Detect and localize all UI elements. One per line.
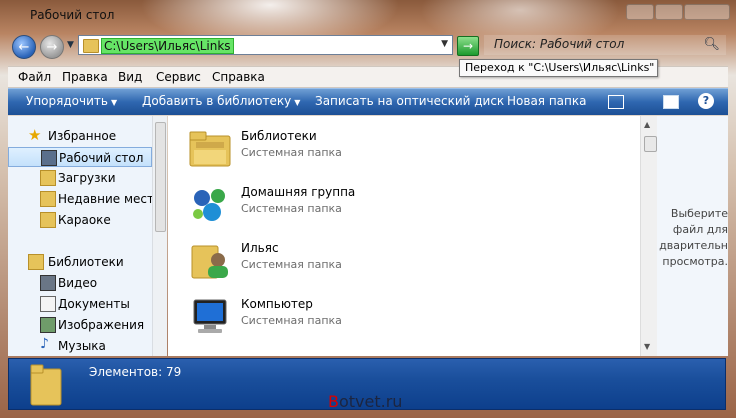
chevron-down-icon[interactable]: ▼ xyxy=(441,39,448,49)
desktop-icon xyxy=(41,150,57,166)
nav-item-recent-places[interactable]: Недавние места xyxy=(8,189,161,209)
nav-item-video[interactable]: Видео xyxy=(8,273,152,293)
nav-item-label: Загрузки xyxy=(58,171,116,185)
libraries-icon xyxy=(28,254,44,270)
scroll-up-icon[interactable]: ▲ xyxy=(644,120,650,129)
preview-pane-icon[interactable] xyxy=(663,95,679,109)
item-type: Системная папка xyxy=(241,314,342,327)
music-icon: ♪ xyxy=(40,336,49,352)
add-to-library-label: Добавить в библиотеку xyxy=(142,94,292,108)
search-placeholder[interactable]: Поиск: Рабочий стол xyxy=(494,37,624,51)
libraries-folder-icon xyxy=(188,128,232,168)
nav-item-label: Недавние места xyxy=(58,192,162,206)
item-name: Ильяс xyxy=(241,241,279,255)
item-type: Системная папка xyxy=(241,258,342,271)
organize-button[interactable]: Упорядочить ▼ xyxy=(26,94,117,108)
forward-button[interactable]: → xyxy=(40,35,64,59)
downloads-folder-icon xyxy=(40,170,56,186)
video-icon xyxy=(40,275,56,291)
organize-label: Упорядочить xyxy=(26,94,108,108)
scroll-down-icon[interactable]: ▼ xyxy=(644,342,650,351)
list-item[interactable]: Ильяс Системная папка xyxy=(188,238,488,288)
watermark-rest: otvet.ru xyxy=(338,392,403,411)
list-item[interactable]: Компьютер Системная папка xyxy=(188,294,488,344)
list-item[interactable]: Домашняя группа Системная папка xyxy=(188,182,488,232)
folder-icon xyxy=(29,363,63,407)
recent-pages-dropdown[interactable]: ▼ xyxy=(67,40,74,50)
arrow-right-icon: → xyxy=(46,39,58,55)
nav-item-desktop[interactable]: Рабочий стол xyxy=(8,147,152,167)
arrow-left-icon: ← xyxy=(18,39,30,55)
star-icon: ★ xyxy=(28,126,42,144)
search-icon[interactable]: 🔍︎ xyxy=(703,37,720,52)
search-box[interactable]: Поиск: Рабочий стол 🔍︎ xyxy=(484,35,726,55)
window-title: Рабочий стол xyxy=(30,8,115,22)
burn-button[interactable]: Записать на оптический диск xyxy=(315,94,504,108)
nav-libraries-label: Библиотеки xyxy=(48,255,124,269)
item-name: Домашняя группа xyxy=(241,185,356,199)
recent-places-icon xyxy=(40,191,56,207)
command-bar: Упорядочить ▼ Добавить в библиотеку ▼ Запи… xyxy=(8,88,728,115)
chevron-down-icon: ▼ xyxy=(294,98,301,107)
homegroup-icon xyxy=(188,184,232,224)
nav-item-documents[interactable]: Документы xyxy=(8,294,152,314)
item-name: Библиотеки xyxy=(241,129,317,143)
scrollbar-thumb[interactable] xyxy=(644,136,657,152)
watermark: Botvet.ru xyxy=(328,392,402,411)
change-view-icon[interactable] xyxy=(608,95,624,109)
new-folder-button[interactable]: Новая папка xyxy=(507,94,586,108)
nav-item-label: Видео xyxy=(58,276,98,290)
nav-item-label: Музыка xyxy=(58,339,106,353)
address-bar[interactable]: C:\Users\Ильяс\Links ▼ xyxy=(78,35,453,55)
menu-help[interactable]: Справка xyxy=(212,70,265,84)
list-item[interactable]: Библиотеки Системная папка xyxy=(188,126,488,176)
go-arrow-icon: → xyxy=(462,39,474,53)
documents-icon xyxy=(40,296,56,312)
folder-icon xyxy=(83,39,99,53)
menu-file[interactable]: Файл xyxy=(18,70,51,84)
navigation-pane: ★ Избранное Рабочий стол Загрузки Недавн… xyxy=(8,116,161,356)
nav-item-downloads[interactable]: Загрузки xyxy=(8,168,152,188)
go-button[interactable]: → xyxy=(457,36,479,56)
nav-favorites-label: Избранное xyxy=(48,129,117,143)
item-name: Компьютер xyxy=(241,297,313,311)
nav-item-label: Караоке xyxy=(58,213,111,227)
content-scrollbar[interactable]: ▲ ▼ xyxy=(640,116,658,356)
minimize-button[interactable] xyxy=(626,4,654,20)
navigation-scrollbar[interactable] xyxy=(152,116,167,356)
pictures-icon xyxy=(40,317,56,333)
go-tooltip: Переход к "C:\Users\Ильяс\Links" xyxy=(459,59,658,77)
back-button[interactable]: ← xyxy=(12,35,36,59)
file-list: Библиотеки Системная папка Домашняя груп… xyxy=(168,116,640,356)
nav-item-karaoke[interactable]: Караоке xyxy=(8,210,152,230)
scrollbar-thumb[interactable] xyxy=(155,122,166,232)
item-type: Системная папка xyxy=(241,202,342,215)
preview-pane: Выберите файл для дварительн просмотра. xyxy=(657,116,728,356)
folder-icon xyxy=(40,212,56,228)
close-button[interactable] xyxy=(684,4,730,20)
nav-item-label: Изображения xyxy=(58,318,145,332)
nav-item-label: Документы xyxy=(58,297,130,311)
watermark-initial: B xyxy=(328,392,339,411)
menu-edit[interactable]: Правка xyxy=(62,70,108,84)
address-path[interactable]: C:\Users\Ильяс\Links xyxy=(101,38,234,54)
item-type: Системная папка xyxy=(241,146,342,159)
nav-favorites[interactable]: ★ Избранное xyxy=(8,126,152,146)
nav-libraries[interactable]: Библиотеки xyxy=(8,252,152,272)
nav-item-music[interactable]: ♪ Музыка xyxy=(8,336,152,356)
explorer-window: Рабочий стол ← → ▼ C:\Users\Ильяс\Links … xyxy=(0,0,736,418)
user-folder-icon xyxy=(188,240,232,280)
computer-icon xyxy=(188,296,232,336)
maximize-button[interactable] xyxy=(655,4,683,20)
help-icon[interactable]: ? xyxy=(698,93,714,109)
add-to-library-button[interactable]: Добавить в библиотеку ▼ xyxy=(142,94,300,108)
nav-item-label: Рабочий стол xyxy=(59,151,144,165)
menu-view[interactable]: Вид xyxy=(118,70,142,84)
chevron-down-icon: ▼ xyxy=(110,98,118,107)
nav-item-pictures[interactable]: Изображения xyxy=(8,315,152,335)
menu-tools[interactable]: Сервис xyxy=(156,70,201,84)
preview-message: Выберите файл для дварительн просмотра. xyxy=(659,207,728,268)
item-count: Элементов: 79 xyxy=(89,365,182,379)
